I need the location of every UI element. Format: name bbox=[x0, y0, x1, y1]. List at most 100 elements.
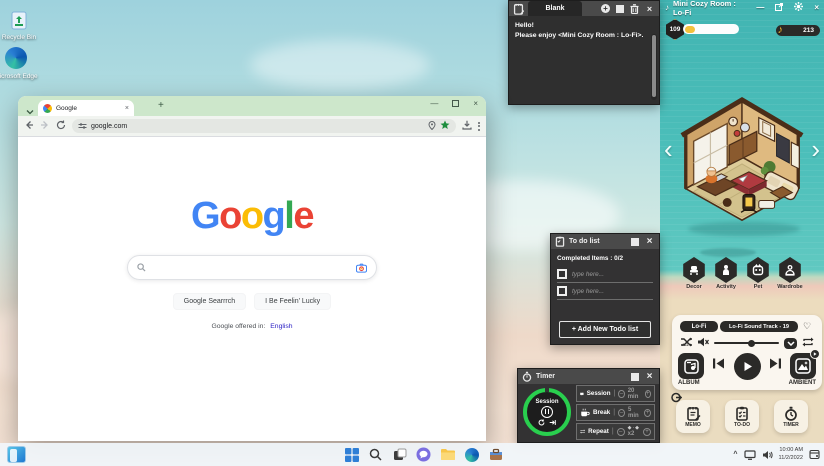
minimize-note-icon[interactable] bbox=[614, 3, 625, 14]
play-button[interactable] bbox=[734, 353, 761, 380]
music-note-icon: ♪ bbox=[665, 3, 669, 12]
popout-icon[interactable] bbox=[775, 3, 783, 13]
location-icon[interactable] bbox=[428, 117, 436, 135]
increase-icon[interactable]: + bbox=[643, 428, 651, 436]
desktop-icon-edge[interactable]: Microsoft Edge bbox=[0, 47, 45, 80]
lens-camera-icon[interactable] bbox=[356, 263, 367, 273]
ambient-button[interactable] bbox=[790, 353, 816, 379]
display-tray-icon[interactable] bbox=[744, 450, 756, 460]
tray-chevron-icon[interactable]: ^ bbox=[733, 451, 737, 458]
close-icon[interactable]: × bbox=[814, 3, 819, 12]
start-button[interactable] bbox=[343, 446, 360, 463]
google-search-box[interactable] bbox=[127, 255, 377, 280]
site-settings-icon[interactable] bbox=[78, 117, 87, 135]
collapse-player-button[interactable] bbox=[784, 338, 797, 349]
menu-dots-icon[interactable] bbox=[478, 122, 480, 131]
widgets-button[interactable] bbox=[7, 446, 26, 463]
room-prev-arrow[interactable]: ‹ bbox=[664, 136, 673, 162]
restart-icon[interactable] bbox=[538, 419, 545, 426]
download-icon[interactable] bbox=[462, 117, 472, 135]
mute-icon[interactable] bbox=[697, 334, 709, 352]
bookmark-star-icon[interactable] bbox=[440, 117, 450, 135]
todo-item[interactable] bbox=[557, 283, 653, 300]
nav-pet-button[interactable]: Pet bbox=[745, 257, 771, 290]
browser-minimize-icon[interactable]: — bbox=[430, 99, 438, 108]
decrease-icon[interactable]: – bbox=[618, 390, 624, 398]
browser-close-icon[interactable]: × bbox=[473, 99, 478, 108]
google-buttons: Google Searrrch I Be Feelin' Lucky bbox=[173, 293, 331, 310]
exit-session-icon[interactable] bbox=[549, 419, 556, 426]
feeling-lucky-button[interactable]: I Be Feelin' Lucky bbox=[254, 293, 331, 310]
increase-icon[interactable]: + bbox=[645, 390, 651, 398]
minimize-timer-icon[interactable] bbox=[629, 371, 640, 382]
forward-icon[interactable] bbox=[40, 117, 50, 135]
todo-checkbox[interactable] bbox=[557, 286, 567, 296]
clock[interactable]: 10:00 AM 11/2/2022 bbox=[779, 447, 803, 462]
close-icon[interactable]: × bbox=[644, 3, 655, 14]
close-icon[interactable]: × bbox=[644, 371, 655, 382]
cozy-app-taskbar-button[interactable] bbox=[487, 446, 504, 463]
next-track-icon[interactable] bbox=[769, 357, 782, 375]
google-page: Google Google Searrrch I Be Feelin' Luck… bbox=[18, 137, 486, 440]
delete-note-icon[interactable] bbox=[629, 3, 640, 14]
google-search-button[interactable]: Google Searrrch bbox=[173, 293, 246, 310]
todo-input[interactable] bbox=[572, 288, 642, 295]
notes-window: Blank + × Hello! Please enjoy <Mini Cozy… bbox=[508, 0, 660, 105]
memo-button[interactable]: MEMO bbox=[676, 400, 710, 433]
genre-button[interactable]: Lo-Fi bbox=[680, 321, 718, 332]
minimize-icon[interactable]: — bbox=[756, 3, 764, 12]
minimize-todo-icon[interactable] bbox=[629, 236, 640, 247]
tab-google[interactable]: Google × bbox=[38, 100, 134, 116]
language-link[interactable]: English bbox=[270, 323, 292, 330]
notes-scrollbar-thumb[interactable] bbox=[652, 35, 656, 97]
session-value: 20 min bbox=[628, 388, 642, 400]
decrease-icon[interactable]: – bbox=[618, 409, 625, 417]
volume-tray-icon[interactable] bbox=[762, 450, 773, 460]
volume-slider-handle[interactable] bbox=[748, 340, 755, 347]
task-view-button[interactable] bbox=[391, 446, 408, 463]
previous-track-icon[interactable] bbox=[712, 357, 725, 375]
browser-maximize-icon[interactable] bbox=[452, 100, 459, 107]
memo-icon bbox=[686, 406, 701, 421]
nav-activity-button[interactable]: Activity bbox=[713, 257, 739, 290]
add-todo-button[interactable]: + Add New Todo list bbox=[559, 321, 651, 338]
notes-content[interactable]: Hello! Please enjoy <Mini Cozy Room : Lo… bbox=[509, 16, 659, 104]
shuffle-icon[interactable]: ALL bbox=[680, 334, 692, 352]
nav-wardrobe-button[interactable]: Wardrobe bbox=[777, 257, 803, 290]
settings-icon[interactable] bbox=[794, 2, 803, 13]
track-title[interactable]: Lo-Fi Sound Track - 19 bbox=[720, 321, 798, 332]
file-explorer-button[interactable] bbox=[439, 446, 456, 463]
dial-notch bbox=[545, 387, 549, 392]
level-badge[interactable]: 109 bbox=[665, 19, 685, 40]
increase-icon[interactable]: + bbox=[644, 409, 651, 417]
todo-item[interactable] bbox=[557, 266, 653, 283]
add-note-icon[interactable]: + bbox=[601, 4, 610, 13]
edge-button[interactable] bbox=[463, 446, 480, 463]
search-button[interactable] bbox=[367, 446, 384, 463]
new-tab-icon[interactable]: + bbox=[158, 100, 164, 111]
chat-button[interactable] bbox=[415, 446, 432, 463]
address-bar[interactable]: google.com bbox=[72, 119, 456, 133]
room-next-arrow[interactable]: › bbox=[811, 136, 820, 162]
decrease-icon[interactable]: – bbox=[617, 428, 625, 436]
session-dial[interactable]: Session bbox=[523, 388, 571, 436]
pause-icon[interactable] bbox=[541, 406, 553, 418]
album-button[interactable] bbox=[678, 353, 704, 379]
close-icon[interactable]: × bbox=[644, 236, 655, 247]
todo-checkbox[interactable] bbox=[557, 269, 567, 279]
note-line: Hello! bbox=[515, 21, 647, 31]
todo-button[interactable]: TO-DO bbox=[725, 400, 759, 433]
volume-slider[interactable] bbox=[714, 342, 779, 344]
notes-scrollbar[interactable] bbox=[651, 34, 657, 100]
favorite-heart-icon[interactable]: ♡ bbox=[803, 321, 811, 332]
reload-icon[interactable] bbox=[56, 117, 66, 135]
todo-input[interactable] bbox=[572, 271, 642, 278]
notifications-icon[interactable] bbox=[809, 449, 820, 460]
notes-tab[interactable]: Blank bbox=[528, 1, 582, 16]
nav-decor-button[interactable]: Decor bbox=[681, 257, 707, 290]
search-input[interactable] bbox=[152, 264, 350, 271]
tab-close-icon[interactable]: × bbox=[125, 105, 129, 112]
desktop-icon-recycle-bin[interactable]: Recycle Bin bbox=[0, 8, 48, 41]
timer-button[interactable]: TIMER bbox=[774, 400, 808, 433]
tab-search-chevron-icon[interactable] bbox=[26, 102, 34, 120]
